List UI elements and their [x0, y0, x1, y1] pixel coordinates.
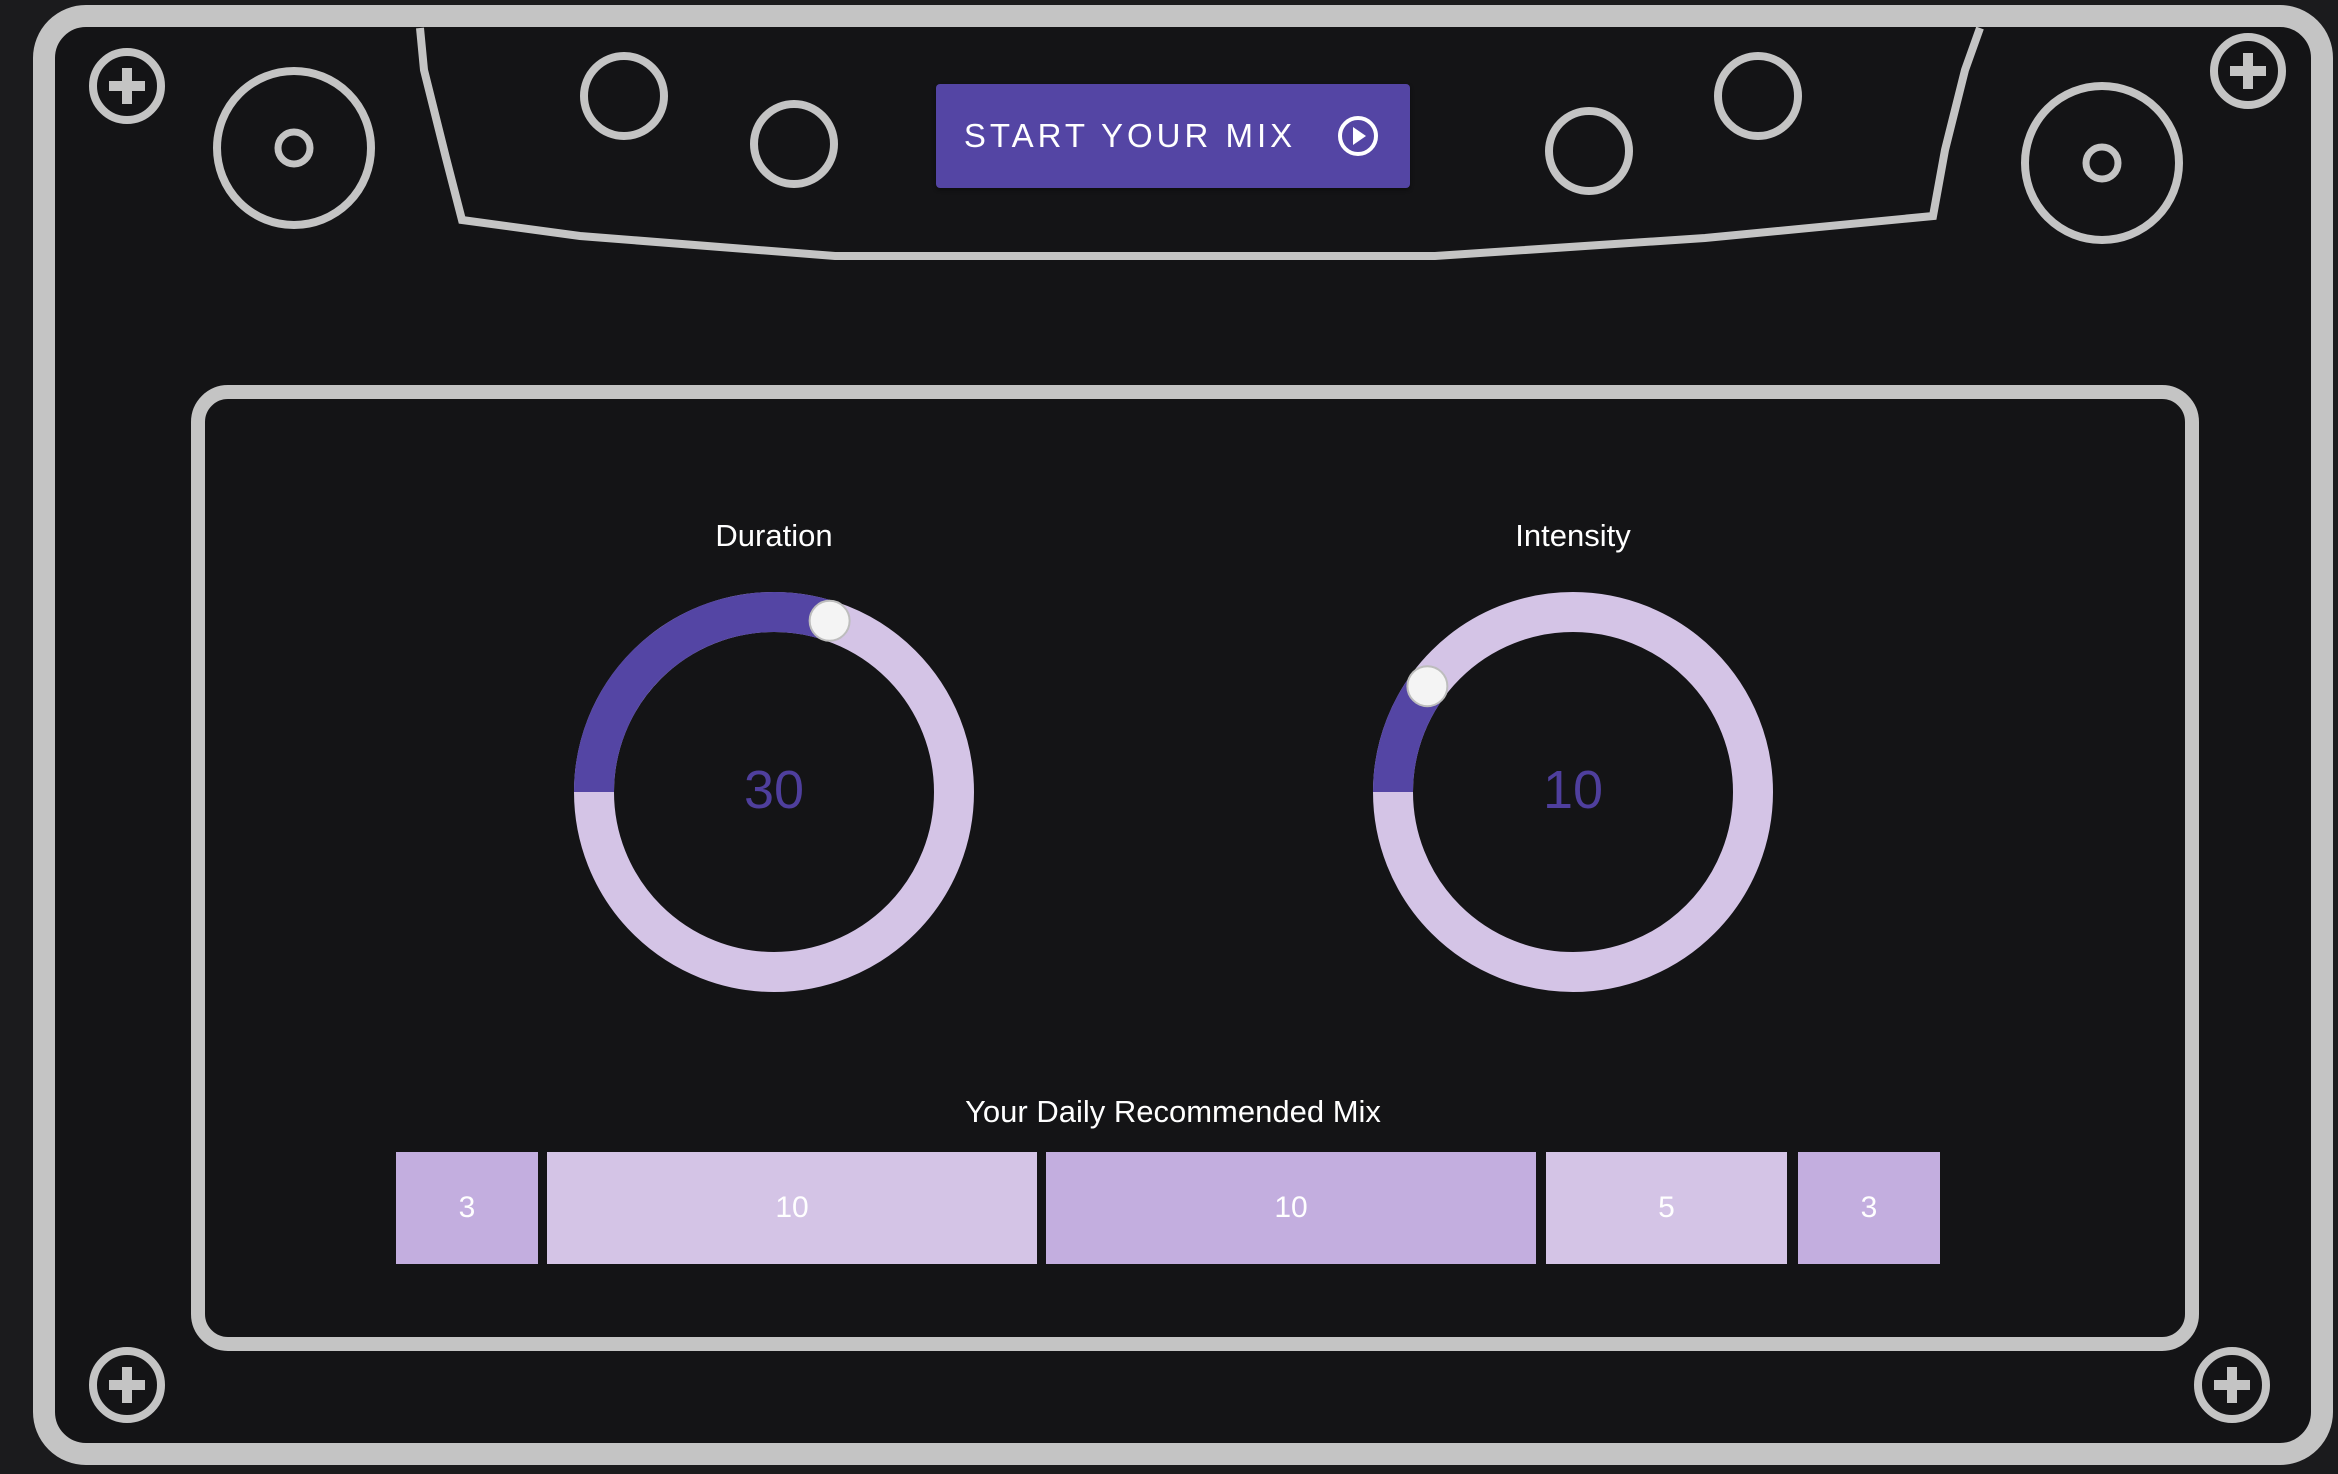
mix-segment[interactable]: 3 — [396, 1152, 538, 1264]
duration-value: 30 — [743, 760, 805, 820]
start-your-mix-button[interactable]: START YOUR MIX — [936, 84, 1410, 188]
play-circle-icon — [1338, 116, 1379, 156]
mix-segment[interactable]: 10 — [547, 1152, 1037, 1264]
start-button-label: START YOUR MIX — [963, 117, 1297, 154]
mix-segment-value: 3 — [1860, 1191, 1878, 1224]
intensity-value: 10 — [1542, 760, 1604, 820]
daily-mix-title: Your Daily Recommended Mix — [965, 1094, 1381, 1129]
intensity-label: Intensity — [1515, 518, 1631, 553]
knob-handle[interactable] — [808, 599, 851, 642]
daily-mix-bar: 3 10 10 5 3 — [396, 1152, 1942, 1264]
mix-segment-value: 5 — [1658, 1191, 1675, 1224]
cassette-app: START YOUR MIX Duration Intensity 30 10 … — [0, 0, 2338, 1474]
mix-segment-value: 3 — [458, 1191, 476, 1224]
duration-label: Duration — [715, 518, 833, 553]
mix-segment-value: 10 — [775, 1191, 809, 1224]
mix-segment[interactable]: 3 — [1798, 1152, 1940, 1264]
mix-segment[interactable]: 10 — [1046, 1152, 1536, 1264]
mix-segment-value: 10 — [1274, 1191, 1308, 1224]
knob-handle[interactable] — [1406, 665, 1449, 708]
mix-segment[interactable]: 5 — [1546, 1152, 1787, 1264]
